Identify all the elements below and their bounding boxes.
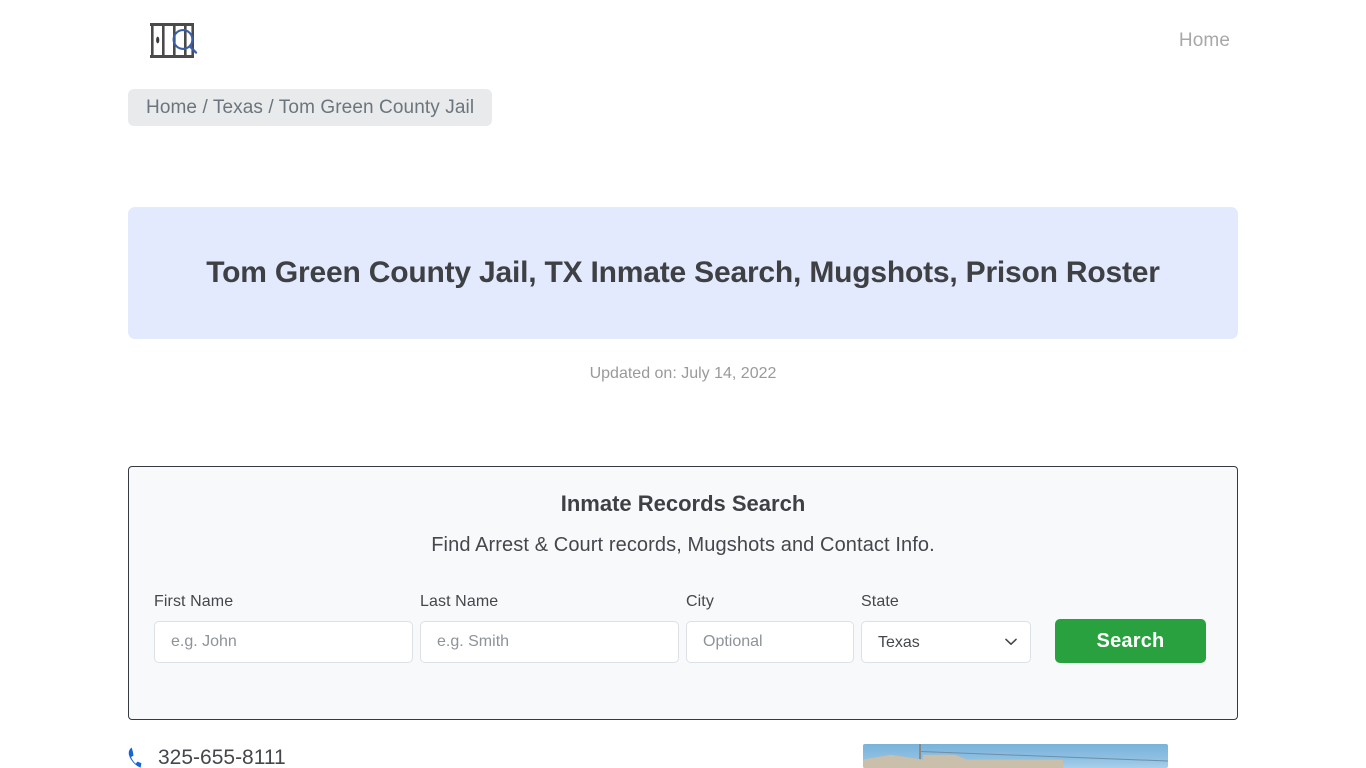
breadcrumb[interactable]: Home / Texas / Tom Green County Jail bbox=[128, 89, 493, 126]
last-name-label: Last Name bbox=[420, 593, 499, 610]
inmate-search-form: First Name Last Name City State Texas bbox=[154, 593, 1214, 663]
phone-icon bbox=[128, 747, 142, 768]
first-name-input[interactable] bbox=[154, 621, 413, 663]
page-title: Tom Green County Jail, TX Inmate Search,… bbox=[206, 256, 1160, 289]
last-name-field-group: Last Name bbox=[420, 593, 679, 663]
facility-phone-number[interactable]: 325-655-8111 bbox=[158, 746, 286, 768]
facility-photo bbox=[863, 744, 1168, 768]
site-header: Home bbox=[0, 0, 1366, 84]
state-select-wrap: Texas bbox=[861, 621, 1031, 663]
state-select[interactable]: Texas bbox=[861, 621, 1031, 663]
last-name-input[interactable] bbox=[420, 621, 679, 663]
city-field-group: City bbox=[686, 593, 854, 663]
site-logo-link[interactable] bbox=[148, 21, 204, 65]
city-input[interactable] bbox=[686, 621, 854, 663]
facility-phone-row: 325-655-8111 bbox=[128, 746, 286, 768]
first-name-label: First Name bbox=[154, 593, 234, 610]
state-field-group: State Texas bbox=[861, 593, 1031, 663]
city-label: City bbox=[686, 593, 714, 610]
first-name-field-group: First Name bbox=[154, 593, 413, 663]
page-root: Home Home / Texas / Tom Green County Jai… bbox=[0, 0, 1366, 768]
search-button[interactable]: Search bbox=[1055, 619, 1206, 663]
state-label: State bbox=[861, 593, 899, 610]
search-panel-subtitle: Find Arrest & Court records, Mugshots an… bbox=[431, 534, 935, 556]
inmate-records-search-panel: Inmate Records Search Find Arrest & Cour… bbox=[128, 466, 1238, 720]
search-panel-title: Inmate Records Search bbox=[560, 491, 806, 516]
breadcrumb-text: Home / Texas / Tom Green County Jail bbox=[146, 96, 475, 118]
updated-on-label: Updated on: July 14, 2022 bbox=[589, 365, 777, 382]
main-nav: Home bbox=[1126, 30, 1366, 52]
jail-bars-magnifier-logo bbox=[150, 23, 198, 58]
title-banner: Tom Green County Jail, TX Inmate Search,… bbox=[128, 207, 1238, 339]
nav-link-home[interactable]: Home bbox=[1179, 30, 1230, 51]
